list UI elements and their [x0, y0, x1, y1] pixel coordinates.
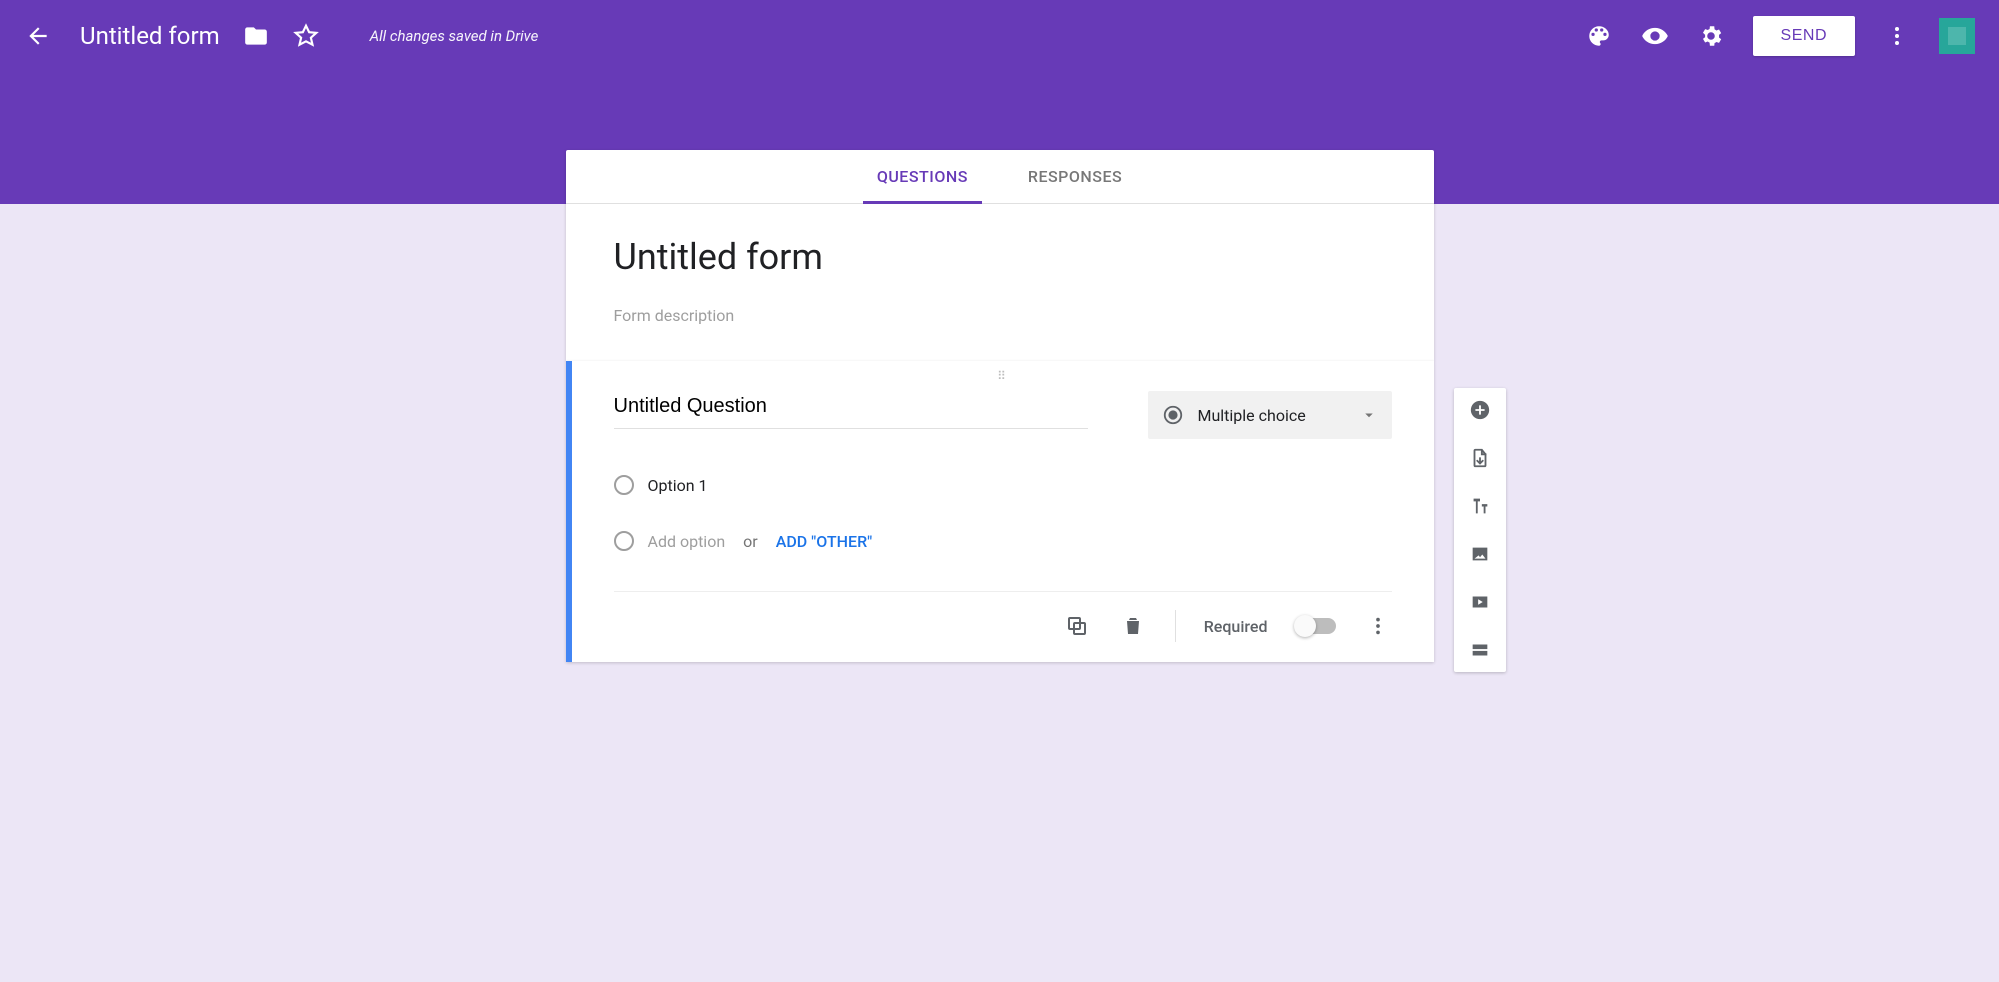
back-arrow-icon[interactable]: [24, 22, 52, 50]
or-label: or: [743, 532, 758, 551]
tab-responses[interactable]: RESPONSES: [1028, 150, 1122, 203]
send-button[interactable]: SEND: [1753, 16, 1855, 56]
drag-handle-icon[interactable]: ⠿: [997, 369, 1008, 383]
duplicate-icon[interactable]: [1063, 612, 1091, 640]
delete-icon[interactable]: [1119, 612, 1147, 640]
folder-icon[interactable]: [242, 22, 270, 50]
form-header-card: QUESTIONS RESPONSES Untitled form Form d…: [566, 150, 1434, 361]
save-status: All changes saved in Drive: [370, 27, 539, 45]
add-video-icon[interactable]: [1466, 588, 1494, 616]
required-toggle[interactable]: [1296, 618, 1336, 634]
required-label: Required: [1204, 617, 1268, 636]
add-image-icon[interactable]: [1466, 540, 1494, 568]
divider: [1175, 610, 1176, 642]
settings-gear-icon[interactable]: [1697, 22, 1725, 50]
radio-empty-icon: [614, 531, 634, 551]
page-title[interactable]: Untitled form: [80, 22, 220, 50]
avatar[interactable]: [1939, 18, 1975, 54]
form-title-input[interactable]: Untitled form: [614, 236, 1386, 306]
dropdown-arrow-icon: [1360, 406, 1378, 424]
question-title-input[interactable]: [614, 391, 1088, 429]
add-section-icon[interactable]: [1466, 636, 1494, 664]
question-type-select[interactable]: Multiple choice: [1148, 391, 1392, 439]
star-icon[interactable]: [292, 22, 320, 50]
question-footer: Required: [614, 591, 1392, 642]
radio-empty-icon: [614, 475, 634, 495]
more-menu-icon[interactable]: [1883, 22, 1911, 50]
option-row: Option 1: [614, 475, 1392, 495]
question-card: ⠿ Multiple choice Option 1 Add option or…: [566, 361, 1434, 662]
tool-rail: [1454, 388, 1506, 672]
form-editor: QUESTIONS RESPONSES Untitled form Form d…: [566, 150, 1434, 662]
question-more-icon[interactable]: [1364, 612, 1392, 640]
form-description-input[interactable]: Form description: [614, 306, 1386, 325]
radio-checked-icon: [1162, 404, 1184, 426]
preview-eye-icon[interactable]: [1641, 22, 1669, 50]
add-title-icon[interactable]: [1466, 492, 1494, 520]
palette-icon[interactable]: [1585, 22, 1613, 50]
add-option-row: Add option or ADD "OTHER": [614, 531, 1392, 551]
add-other-button[interactable]: ADD "OTHER": [776, 532, 873, 551]
option-label[interactable]: Option 1: [648, 476, 708, 495]
question-type-label: Multiple choice: [1198, 406, 1306, 425]
add-option-input[interactable]: Add option: [648, 532, 726, 551]
add-question-icon[interactable]: [1466, 396, 1494, 424]
topbar: Untitled form All changes saved in Drive…: [0, 0, 1999, 72]
tab-questions[interactable]: QUESTIONS: [877, 150, 968, 203]
tabs: QUESTIONS RESPONSES: [566, 150, 1434, 204]
import-questions-icon[interactable]: [1466, 444, 1494, 472]
